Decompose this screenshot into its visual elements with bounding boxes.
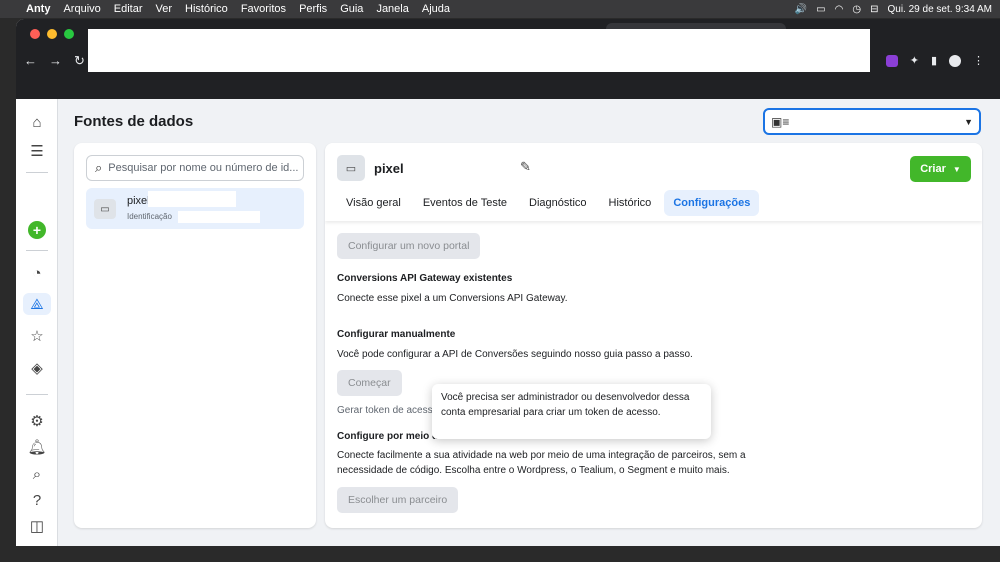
redacted-name [148, 191, 236, 207]
minimize-window-button[interactable] [47, 29, 57, 39]
tab-overview[interactable]: Visão geral [337, 190, 410, 216]
menu-item-guia[interactable]: Guia [340, 3, 363, 15]
data-sources-icon[interactable]: ⟁ [23, 293, 51, 315]
data-source-item[interactable]: ▭ pixel Identificação [86, 188, 304, 229]
new-portal-button[interactable]: Configurar um novo portal [337, 233, 481, 259]
maximize-window-button[interactable] [64, 29, 74, 39]
create-button[interactable]: Criar ▼ [910, 156, 971, 182]
back-icon[interactable]: ← [24, 53, 37, 69]
rail-divider [26, 172, 48, 173]
forward-icon[interactable]: → [49, 53, 62, 69]
edit-icon[interactable]: ✎ [520, 159, 531, 175]
help-icon[interactable]: ? [26, 489, 48, 511]
add-icon[interactable]: + [28, 221, 46, 239]
detail-tabs: Visão geral Eventos de Teste Diagnóstico… [337, 190, 760, 216]
tab-settings[interactable]: Configurações [664, 190, 760, 216]
sidepanel-icon[interactable]: ▮ [931, 54, 937, 67]
detail-header: ▭ pixel ✎ Criar ▼ Visão geral Eventos de… [325, 143, 982, 221]
macos-menu-bar: Anty Arquivo Editar Ver Histórico Favori… [0, 0, 1000, 18]
pixel-name: pixel [374, 161, 404, 176]
control-center-icon[interactable]: ⊟ [870, 4, 878, 15]
manual-section-text: Você pode configurar a API de Conversões… [337, 349, 693, 360]
profile-icon[interactable] [949, 54, 961, 67]
menu-item-arquivo[interactable]: Arquivo [63, 3, 100, 15]
redacted-address-bar[interactable] [88, 29, 870, 72]
menu-icon[interactable]: ☰ [26, 140, 48, 162]
generate-token-link[interactable]: Gerar token de acesso [337, 405, 438, 416]
chevron-down-icon: ▼ [952, 164, 961, 174]
data-source-detail-panel: ▭ pixel ✎ Criar ▼ Visão geral Eventos de… [325, 143, 982, 528]
extensions-bar: ✦ ▮ ⋮ [885, 54, 984, 67]
page-title: Fontes de dados [74, 113, 194, 130]
events-manager-page: ⌂ ☰ + ◔ ⟁ ☆ ◈ ⚙ 🔔︎ ⌕ ? ◫ Fontes de dados… [16, 99, 1000, 546]
menu-item-favoritos[interactable]: Favoritos [241, 3, 286, 15]
menu-item-janela[interactable]: Janela [376, 3, 408, 15]
menu-item-editar[interactable]: Editar [114, 3, 143, 15]
chevron-down-icon: ▼ [964, 116, 973, 127]
search-input[interactable]: ⌕ Pesquisar por nome ou número de id... [86, 155, 304, 181]
data-source-name: pixel [127, 195, 150, 207]
battery-icon[interactable]: ▭ [816, 4, 825, 15]
reload-icon[interactable]: ↻ [74, 53, 85, 69]
business-icon: ▣≡ [771, 114, 790, 129]
partner-icon[interactable]: ◈ [26, 357, 48, 379]
close-window-button[interactable] [30, 29, 40, 39]
star-icon[interactable]: ☆ [26, 325, 48, 347]
nav-buttons: ← → ↻ [24, 53, 85, 69]
search-icon[interactable]: ⌕ [26, 463, 48, 485]
browser-chrome: ← → ↻ ✦ ▮ ⋮ [16, 19, 1000, 99]
rail-divider [26, 394, 48, 395]
menu-item-historico[interactable]: Histórico [185, 3, 228, 15]
partner-section-text-2: necessidade de código. Escolha entre o W… [337, 465, 730, 476]
gateway-section-text: Conecte esse pixel a um Conversions API … [337, 293, 568, 304]
browser-window: ← → ↻ ✦ ▮ ⋮ ⌂ ☰ + ◔ ⟁ ☆ ◈ ⚙ 🔔︎ ⌕ ? ◫ Fon… [16, 19, 1000, 546]
clock-icon[interactable]: ◷ [852, 4, 861, 15]
gateway-section-title: Conversions API Gateway existentes [337, 273, 513, 284]
business-account-select[interactable]: ▣≡ ▼ [763, 108, 981, 135]
pixel-icon: ▭ [337, 155, 365, 181]
side-rail: ⌂ ☰ + ◔ ⟁ ☆ ◈ ⚙ 🔔︎ ⌕ ? ◫ [16, 99, 58, 546]
permission-tooltip: Você precisa ser administrador ou desenv… [432, 384, 711, 439]
notifications-icon[interactable]: 🔔︎ [26, 436, 48, 458]
more-icon[interactable]: ⋮ [973, 54, 984, 67]
start-button[interactable]: Começar [337, 370, 402, 396]
menu-item-perfis[interactable]: Perfis [299, 3, 327, 15]
tab-diagnostics[interactable]: Diagnóstico [520, 190, 595, 216]
redacted-id [178, 211, 260, 223]
menu-item-ajuda[interactable]: Ajuda [422, 3, 450, 15]
tab-test-events[interactable]: Eventos de Teste [414, 190, 516, 216]
extension-icon[interactable] [885, 54, 898, 67]
manual-section-title: Configurar manualmente [337, 329, 456, 340]
puzzle-icon[interactable]: ✦ [910, 54, 919, 67]
rail-divider [26, 250, 48, 251]
menu-item-ver[interactable]: Ver [156, 3, 173, 15]
partner-section-text-1: Conecte facilmente a sua atividade na we… [337, 450, 746, 461]
data-source-list-panel: ⌕ Pesquisar por nome ou número de id... … [74, 143, 316, 528]
menu-datetime[interactable]: Qui. 29 de set. 9:34 AM [887, 4, 992, 15]
window-controls [30, 29, 74, 39]
choose-partner-button[interactable]: Escolher um parceiro [337, 487, 459, 513]
volume-icon[interactable]: 🔊 [795, 4, 807, 15]
menu-app-name[interactable]: Anty [26, 3, 50, 15]
wifi-icon[interactable]: ◠ [835, 4, 844, 15]
menu-bar-status: 🔊 ▭ ◠ ◷ ⊟ Qui. 29 de set. 9:34 AM [795, 0, 992, 18]
settings-icon[interactable]: ⚙ [26, 410, 48, 432]
panel-icon[interactable]: ◫ [26, 515, 48, 537]
search-icon: ⌕ [95, 160, 103, 175]
data-source-id-label: Identificação [127, 212, 172, 221]
dashboard-icon[interactable]: ◔ [26, 262, 48, 284]
create-label: Criar [920, 163, 946, 175]
home-icon[interactable]: ⌂ [26, 111, 48, 133]
tab-history[interactable]: Histórico [600, 190, 661, 216]
search-placeholder: Pesquisar por nome ou número de id... [108, 162, 299, 174]
pixel-icon: ▭ [94, 199, 116, 219]
